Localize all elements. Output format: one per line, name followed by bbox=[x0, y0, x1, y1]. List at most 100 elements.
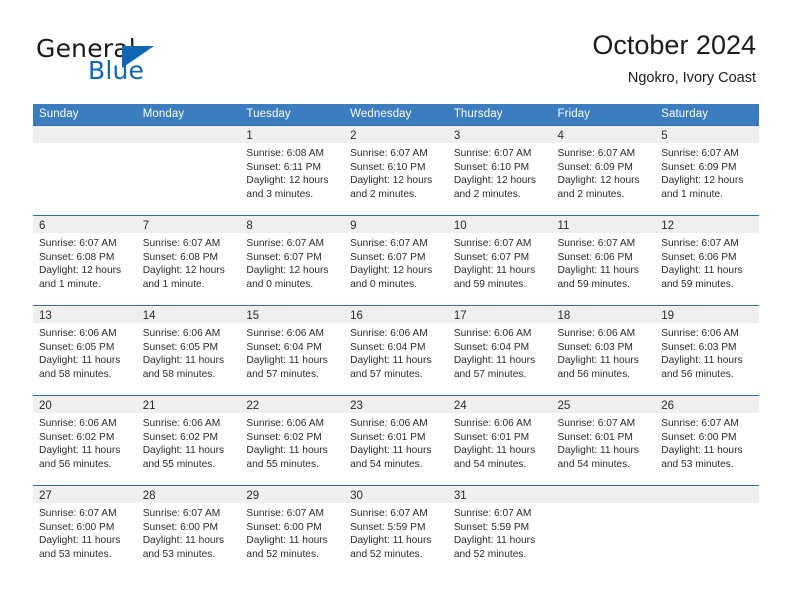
day-detail-line: Sunset: 6:00 PM bbox=[661, 431, 737, 443]
day-detail-line: Daylight: 11 hours bbox=[246, 445, 328, 457]
weekday-header-friday: Friday bbox=[557, 108, 591, 120]
day-number-strip: 20 bbox=[33, 396, 137, 413]
day-detail-line: Sunset: 5:59 PM bbox=[453, 521, 530, 533]
day-detail-line: Sunrise: 6:07 AM bbox=[142, 508, 221, 519]
calendar-day-cell[interactable]: 10 Sunrise: 6:07 AM Sunset: 6:07 PM Dayligh… bbox=[447, 216, 552, 305]
day-detail-line: and 52 minutes. bbox=[350, 548, 423, 560]
day-detail-line: Daylight: 12 hours bbox=[350, 265, 433, 277]
day-number-strip: 30 bbox=[344, 486, 448, 503]
day-details: Sunrise: 6:06 AM Sunset: 6:04 PM Daylight:… bbox=[448, 323, 552, 381]
weekday-header-sunday: Sunday bbox=[39, 108, 79, 120]
day-detail-line: Daylight: 12 hours bbox=[350, 175, 433, 187]
day-detail-line: Sunrise: 6:06 AM bbox=[557, 328, 636, 339]
calendar-grid: Sunday Monday Tuesday Wednesday Thursday Frid… bbox=[33, 104, 759, 575]
day-number: 3 bbox=[453, 130, 461, 142]
calendar-day-cell[interactable]: 4 Sunrise: 6:07 AM Sunset: 6:09 PM Daylight… bbox=[551, 126, 656, 215]
calendar-day-cell[interactable]: 14 Sunrise: 6:06 AM Sunset: 6:05 PM Dayligh… bbox=[136, 306, 241, 395]
day-number-strip bbox=[551, 486, 656, 503]
calendar-day-cell[interactable]: 16 Sunrise: 6:06 AM Sunset: 6:04 PM Dayligh… bbox=[344, 306, 448, 395]
calendar-day-cell[interactable]: 6 Sunrise: 6:07 AM Sunset: 6:08 PM Daylight… bbox=[33, 216, 137, 305]
day-number: 22 bbox=[246, 400, 260, 412]
day-detail-line: Daylight: 11 hours bbox=[39, 355, 121, 367]
day-detail-line: Sunset: 6:10 PM bbox=[350, 161, 426, 173]
day-detail-line: Daylight: 11 hours bbox=[142, 355, 225, 367]
day-details: Sunrise: 6:07 AM Sunset: 6:00 PM Daylight:… bbox=[137, 503, 241, 561]
day-details: Sunrise: 6:07 AM Sunset: 6:10 PM Daylight:… bbox=[448, 143, 552, 201]
calendar-day-cell[interactable]: 13 Sunrise: 6:06 AM Sunset: 6:05 PM Dayligh… bbox=[33, 306, 137, 395]
day-detail-line: Daylight: 11 hours bbox=[557, 445, 639, 457]
day-details: Sunrise: 6:06 AM Sunset: 6:02 PM Daylight:… bbox=[240, 413, 344, 471]
day-number-strip: 14 bbox=[136, 306, 241, 323]
calendar-day-cell[interactable]: 3 Sunrise: 6:07 AM Sunset: 6:10 PM Daylight… bbox=[447, 126, 552, 215]
day-details: Sunrise: 6:07 AM Sunset: 6:07 PM Daylight:… bbox=[448, 233, 552, 291]
day-detail-line: and 54 minutes. bbox=[557, 458, 631, 470]
brand-logo[interactable]: General Blue bbox=[36, 34, 296, 90]
day-detail-line: and 1 minute. bbox=[661, 188, 723, 200]
calendar-day-cell[interactable]: 26 Sunrise: 6:07 AM Sunset: 6:00 PM Dayligh… bbox=[655, 396, 759, 485]
calendar-day-cell[interactable]: 17 Sunrise: 6:06 AM Sunset: 6:04 PM Dayligh… bbox=[447, 306, 552, 395]
day-detail-line: Daylight: 11 hours bbox=[453, 445, 536, 457]
day-detail-line: and 1 minute. bbox=[39, 278, 101, 290]
day-details: Sunrise: 6:07 AM Sunset: 6:00 PM Daylight:… bbox=[240, 503, 344, 561]
calendar-day-cell-empty bbox=[551, 486, 656, 575]
day-detail-line: Sunset: 6:02 PM bbox=[246, 431, 322, 443]
calendar-day-cell[interactable]: 12 Sunrise: 6:07 AM Sunset: 6:06 PM Dayligh… bbox=[655, 216, 759, 305]
day-number-strip: 21 bbox=[136, 396, 241, 413]
calendar-day-cell[interactable]: 19 Sunrise: 6:06 AM Sunset: 6:03 PM Dayligh… bbox=[655, 306, 759, 395]
day-detail-line: and 55 minutes. bbox=[142, 458, 216, 470]
day-number-strip: 7 bbox=[136, 216, 241, 233]
day-number: 25 bbox=[557, 400, 571, 412]
day-number-strip: 12 bbox=[655, 216, 759, 233]
day-number-strip: 17 bbox=[447, 306, 552, 323]
day-detail-line: Daylight: 12 hours bbox=[246, 265, 329, 277]
day-detail-line: and 54 minutes. bbox=[453, 458, 527, 470]
calendar-day-cell[interactable]: 22 Sunrise: 6:06 AM Sunset: 6:02 PM Dayligh… bbox=[240, 396, 345, 485]
day-detail-line: Sunrise: 6:07 AM bbox=[246, 508, 324, 519]
day-number-strip bbox=[655, 486, 759, 503]
calendar-day-cell[interactable]: 18 Sunrise: 6:06 AM Sunset: 6:03 PM Dayligh… bbox=[551, 306, 656, 395]
day-detail-line: Sunset: 6:04 PM bbox=[246, 341, 322, 353]
calendar-day-cell[interactable]: 20 Sunrise: 6:06 AM Sunset: 6:02 PM Dayligh… bbox=[33, 396, 137, 485]
calendar-day-cell[interactable]: 25 Sunrise: 6:07 AM Sunset: 6:01 PM Dayligh… bbox=[551, 396, 656, 485]
calendar-day-cell[interactable]: 5 Sunrise: 6:07 AM Sunset: 6:09 PM Daylight… bbox=[655, 126, 759, 215]
day-detail-line: Daylight: 11 hours bbox=[661, 265, 743, 277]
day-detail-line: Sunrise: 6:08 AM bbox=[246, 148, 324, 159]
calendar-day-cell[interactable]: 21 Sunrise: 6:06 AM Sunset: 6:02 PM Dayligh… bbox=[136, 396, 241, 485]
day-number: 5 bbox=[661, 130, 668, 142]
day-detail-line: Daylight: 11 hours bbox=[661, 445, 743, 457]
calendar-day-cell[interactable]: 28 Sunrise: 6:07 AM Sunset: 6:00 PM Dayligh… bbox=[136, 486, 241, 575]
day-detail-line: Sunset: 6:07 PM bbox=[350, 251, 426, 263]
calendar-day-cell[interactable]: 23 Sunrise: 6:06 AM Sunset: 6:01 PM Dayligh… bbox=[344, 396, 448, 485]
calendar-day-cell[interactable]: 9 Sunrise: 6:07 AM Sunset: 6:07 PM Daylight… bbox=[344, 216, 448, 305]
day-details: Sunrise: 6:06 AM Sunset: 6:02 PM Daylight:… bbox=[137, 413, 241, 471]
day-detail-line: Daylight: 11 hours bbox=[557, 265, 639, 277]
calendar-day-cell[interactable]: 31 Sunrise: 6:07 AM Sunset: 5:59 PM Dayligh… bbox=[447, 486, 552, 575]
page-title: October 2024 bbox=[592, 30, 756, 60]
day-number-strip bbox=[33, 126, 137, 143]
day-details: Sunrise: 6:07 AM Sunset: 6:10 PM Daylight:… bbox=[344, 143, 448, 201]
day-detail-line: and 57 minutes. bbox=[350, 368, 423, 380]
day-detail-line: Sunset: 6:02 PM bbox=[39, 431, 115, 443]
calendar-day-cell[interactable]: 24 Sunrise: 6:06 AM Sunset: 6:01 PM Dayligh… bbox=[447, 396, 552, 485]
day-detail-line: Daylight: 11 hours bbox=[142, 535, 225, 547]
day-number: 6 bbox=[39, 220, 46, 232]
calendar-day-cell[interactable]: 27 Sunrise: 6:07 AM Sunset: 6:00 PM Dayligh… bbox=[33, 486, 137, 575]
calendar-day-cell[interactable]: 29 Sunrise: 6:07 AM Sunset: 6:00 PM Dayligh… bbox=[240, 486, 345, 575]
day-detail-line: Sunrise: 6:06 AM bbox=[246, 418, 324, 429]
page-subtitle: Ngokro, Ivory Coast bbox=[627, 70, 756, 86]
calendar-day-cell[interactable]: 30 Sunrise: 6:07 AM Sunset: 5:59 PM Dayligh… bbox=[344, 486, 448, 575]
calendar-day-cell[interactable]: 7 Sunrise: 6:07 AM Sunset: 6:08 PM Daylight… bbox=[136, 216, 241, 305]
calendar-day-cell[interactable]: 8 Sunrise: 6:07 AM Sunset: 6:07 PM Daylight… bbox=[240, 216, 345, 305]
calendar-day-cell-empty bbox=[33, 126, 137, 215]
calendar-day-cell-empty bbox=[655, 486, 759, 575]
calendar-day-cell[interactable]: 2 Sunrise: 6:07 AM Sunset: 6:10 PM Daylight… bbox=[344, 126, 448, 215]
day-number-strip: 15 bbox=[240, 306, 345, 323]
calendar-day-cell[interactable]: 1 Sunrise: 6:08 AM Sunset: 6:11 PM Daylight… bbox=[240, 126, 345, 215]
day-number: 13 bbox=[39, 310, 52, 322]
title-block: October 2024 Ngokro, Ivory Coast bbox=[592, 28, 756, 88]
day-number: 15 bbox=[246, 310, 260, 322]
weekday-header-tuesday: Tuesday bbox=[246, 108, 291, 120]
calendar-day-cell[interactable]: 15 Sunrise: 6:06 AM Sunset: 6:04 PM Dayligh… bbox=[240, 306, 345, 395]
day-number: 12 bbox=[661, 220, 675, 232]
calendar-day-cell[interactable]: 11 Sunrise: 6:07 AM Sunset: 6:06 PM Dayligh… bbox=[551, 216, 656, 305]
